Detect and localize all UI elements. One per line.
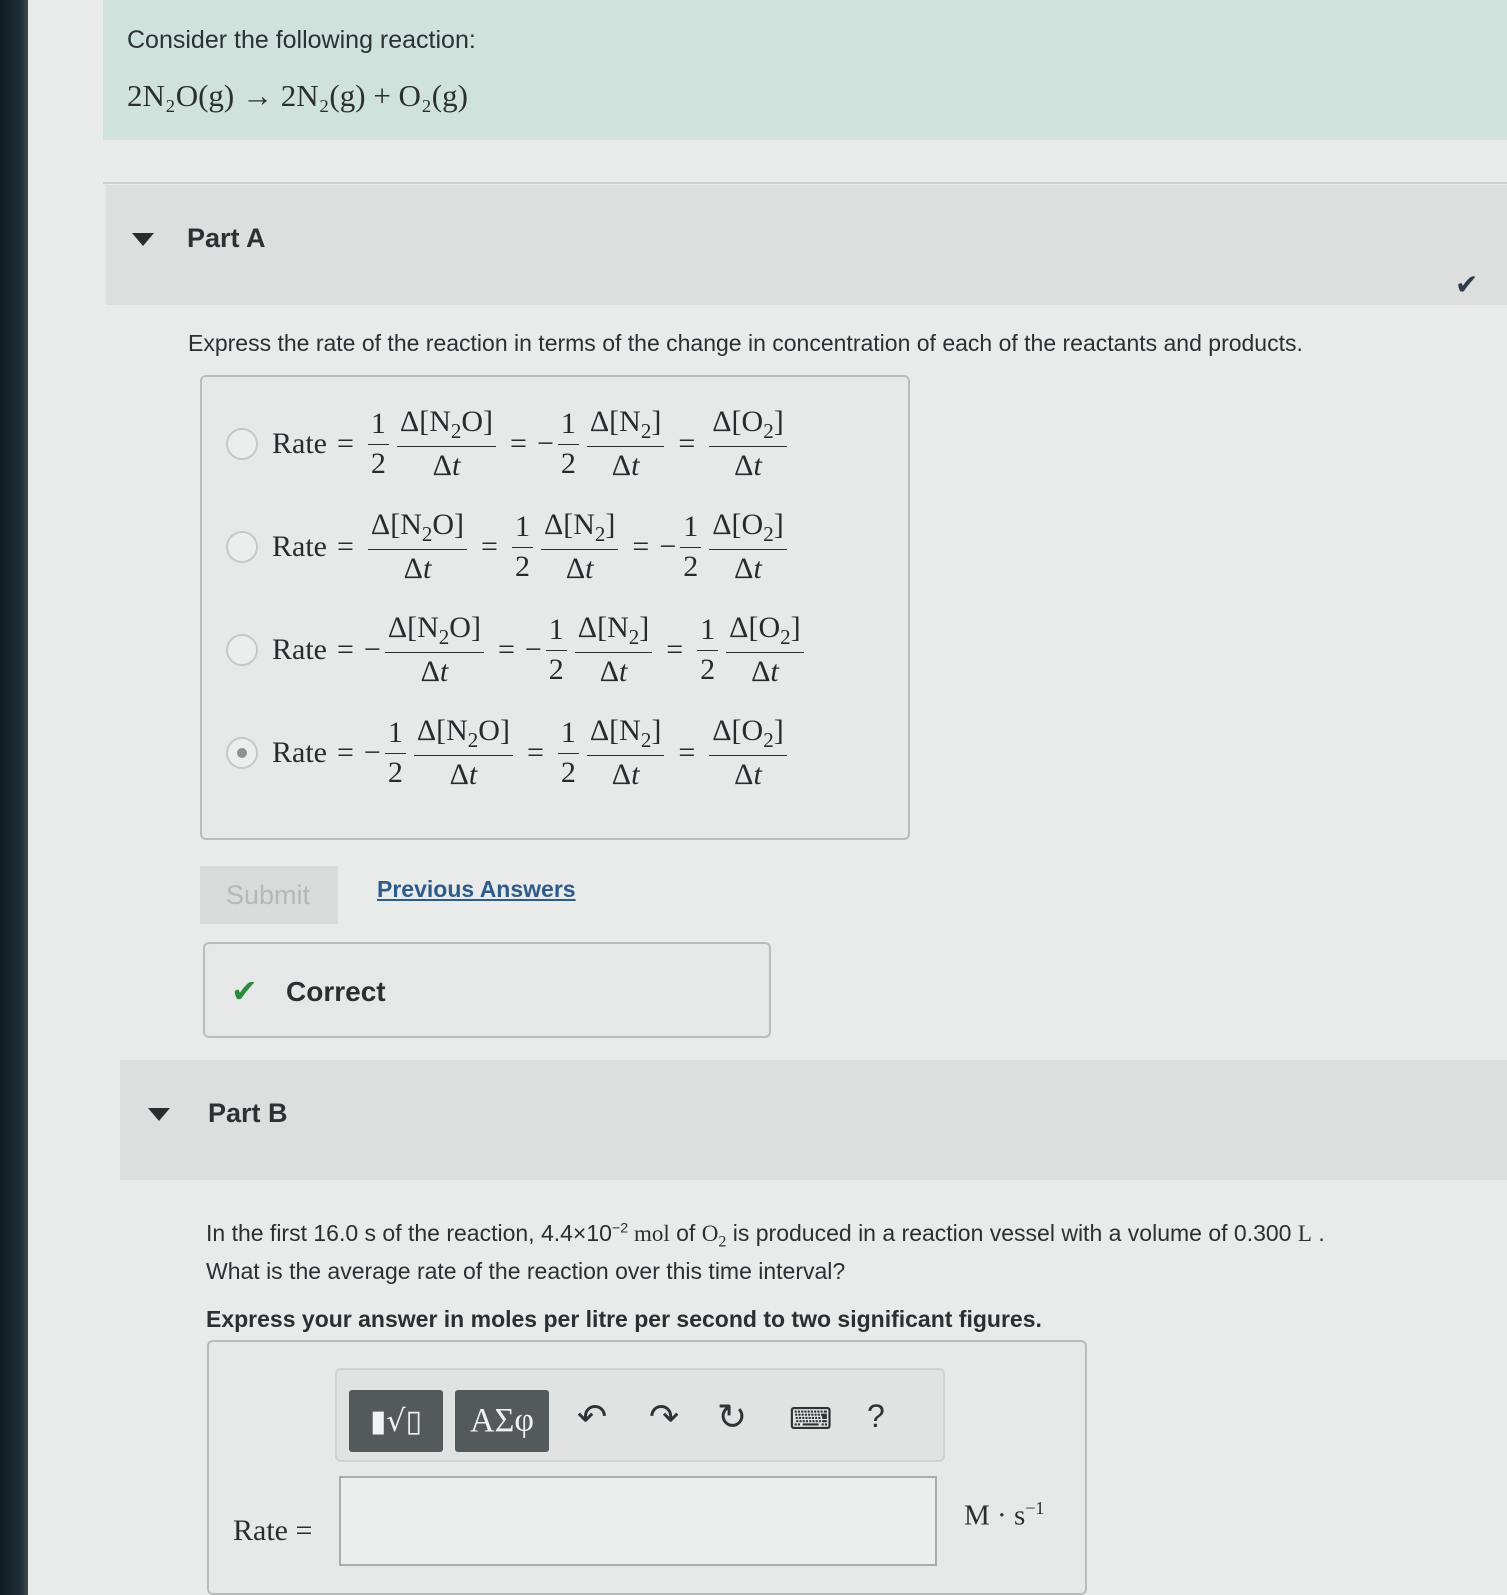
option-1-radio[interactable] — [226, 428, 258, 460]
part-a-header[interactable]: Part A — [106, 185, 1507, 305]
answer-options: Rate = 12 Δ[N2O] Δt = − 12 Δ[N2] Δt = Δ[O2] Δ… — [200, 375, 910, 840]
option-3-formula: Rate = − Δ[N2O] Δt = − 12 Δ[N2] Δt = 12 Δ[O2]… — [272, 612, 808, 688]
answer-unit: M · s−1 — [964, 1498, 1044, 1533]
option-3-radio[interactable] — [226, 634, 258, 666]
check-icon: ✔ — [1455, 269, 1479, 300]
unit-exponent: −1 — [1025, 1498, 1045, 1518]
option-4-formula: Rate = − 12 Δ[N2O] Δt = 12 Δ[N2] Δt = Δ[O2] Δ… — [272, 715, 791, 791]
question-exponent: −2 — [611, 1220, 629, 1237]
intro-prompt: Consider the following reaction: — [127, 26, 476, 54]
submit-button[interactable]: Submit — [200, 866, 338, 924]
part-b-title: Part B — [208, 1098, 288, 1128]
keyboard-icon[interactable]: ⌨ — [789, 1402, 832, 1437]
check-icon: ✔ — [231, 973, 258, 1009]
reaction-equation: 2N₂O(g) → 2N₂(g) + O₂(g) — [127, 78, 468, 113]
answer-input[interactable] — [339, 1476, 937, 1566]
option-2-formula: Rate = Δ[N2O] Δt = 12 Δ[N2] Δt = − 12 Δ[O2] Δ… — [272, 509, 791, 585]
option-1[interactable]: Rate = 12 Δ[N2O] Δt = − 12 Δ[N2] Δt = Δ[O2] Δ… — [226, 399, 791, 489]
question-volume-unit: L — [1297, 1221, 1312, 1246]
templates-icon[interactable]: ▮√▯ — [349, 1390, 443, 1452]
option-2[interactable]: Rate = Δ[N2O] Δt = 12 Δ[N2] Δt = − 12 Δ[O2] Δ… — [226, 502, 791, 592]
feedback-text: Correct — [286, 976, 386, 1007]
screen-bezel — [0, 0, 28, 1595]
option-4[interactable]: Rate = − 12 Δ[N2O] Δt = 12 Δ[N2] Δt = Δ[O2] Δ… — [226, 708, 791, 798]
caret-down-icon[interactable] — [148, 1108, 170, 1121]
part-a-question: Express the rate of the reaction in term… — [188, 330, 1303, 356]
part-b-question: In the first 16.0 s of the reaction, 4.4… — [206, 1220, 1325, 1251]
option-3[interactable]: Rate = − Δ[N2O] Δt = − 12 Δ[N2] Δt = 12 Δ[O2]… — [226, 605, 808, 695]
problem-intro: Consider the following reaction: 2N₂O(g)… — [103, 0, 1507, 140]
question-of: of — [669, 1220, 702, 1246]
math-toolbar: ▮√▯ ΑΣφ ↶ ↷ ↻ ⌨ ? — [335, 1368, 945, 1462]
greek-symbols-button[interactable]: ΑΣφ — [455, 1390, 549, 1452]
option-4-radio[interactable] — [226, 737, 258, 769]
redo-icon[interactable]: ↷ — [649, 1396, 679, 1438]
section-divider — [103, 182, 1507, 184]
question-o2: O2 — [701, 1221, 727, 1251]
part-b-instruction: Express your answer in moles per litre p… — [206, 1306, 1042, 1332]
answer-area: ▮√▯ ΑΣφ ↶ ↷ ↻ ⌨ ? Rate = M · s−1 — [207, 1340, 1087, 1595]
previous-answers-link[interactable]: Previous Answers — [377, 876, 576, 903]
unit-label: M · s — [964, 1499, 1026, 1532]
caret-down-icon[interactable] — [132, 233, 154, 246]
option-1-formula: Rate = 12 Δ[N2O] Δt = − 12 Δ[N2] Δt = Δ[O2] Δ… — [272, 406, 791, 482]
answer-label: Rate = — [233, 1514, 313, 1547]
question-text-post: is produced in a reaction vessel with a … — [726, 1220, 1298, 1246]
question-mol: mol — [628, 1221, 670, 1246]
undo-icon[interactable]: ↶ — [577, 1396, 607, 1438]
part-b-header[interactable]: Part B — [120, 1060, 1507, 1180]
reset-icon[interactable]: ↻ — [717, 1396, 747, 1438]
part-b-question-line2: What is the average rate of the reaction… — [206, 1258, 846, 1284]
question-text-pre: In the first 16.0 s of the reaction, 4.4… — [206, 1220, 612, 1246]
option-2-radio[interactable] — [226, 531, 258, 563]
help-button[interactable]: ? — [867, 1398, 885, 1435]
part-a-title: Part A — [187, 223, 266, 253]
feedback-box: ✔ Correct — [203, 942, 771, 1038]
